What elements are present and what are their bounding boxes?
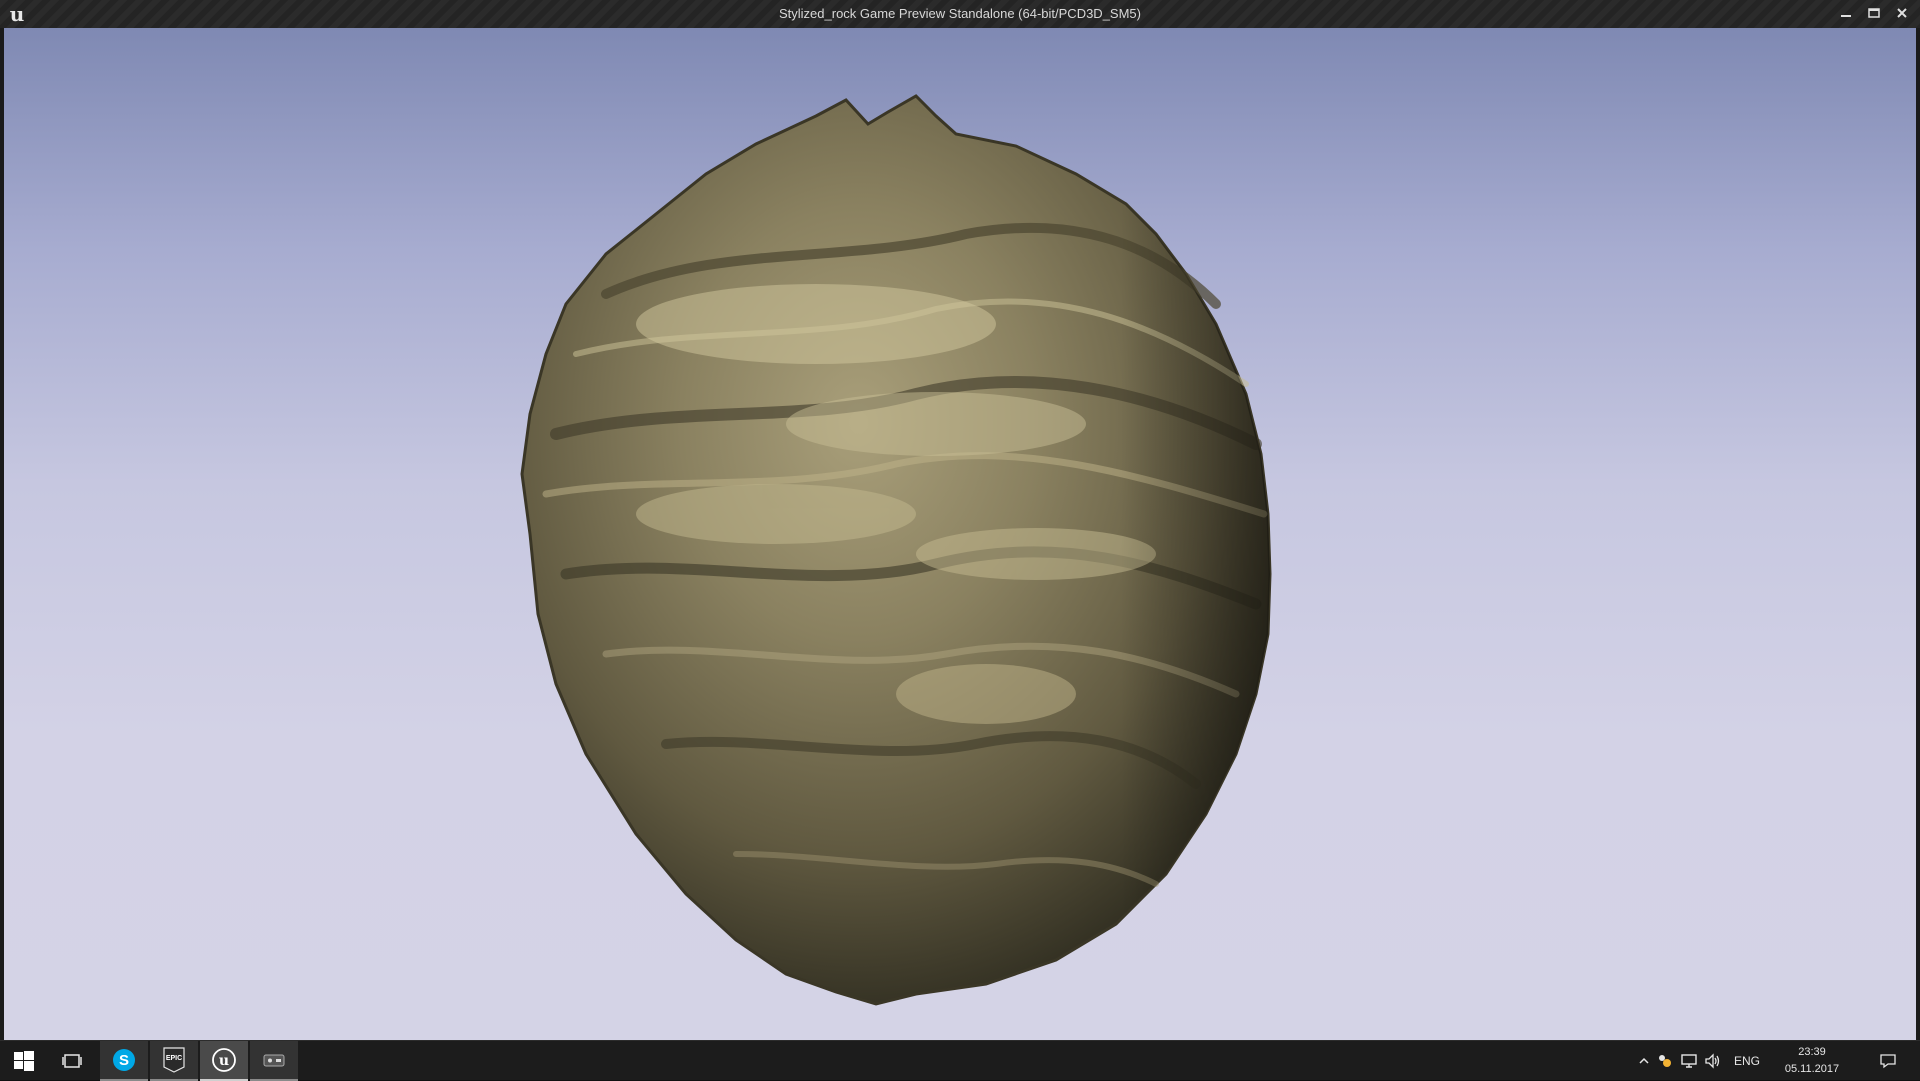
tray-app-button[interactable] — [1654, 1041, 1676, 1081]
svg-text:u: u — [219, 1053, 229, 1069]
unreal-engine-icon: u — [212, 1048, 236, 1072]
taskbar-clock[interactable]: 23:39 05.11.2017 — [1780, 1044, 1844, 1078]
notification-icon — [1880, 1054, 1896, 1069]
close-icon — [1897, 8, 1907, 18]
task-view-icon — [62, 1054, 82, 1068]
windows-logo-icon — [14, 1051, 34, 1071]
close-button[interactable] — [1888, 2, 1916, 24]
window-title: Stylized_rock Game Preview Standalone (6… — [779, 6, 1141, 21]
epic-games-icon: EPIC — [163, 1047, 185, 1073]
svg-text:S: S — [119, 1052, 129, 1069]
task-view-button[interactable] — [48, 1041, 96, 1081]
action-center-button[interactable] — [1874, 1041, 1902, 1081]
tray-overflow-button[interactable] — [1636, 1041, 1652, 1081]
maximize-icon — [1868, 8, 1880, 18]
taskbar-app-epic-games[interactable]: EPIC — [150, 1041, 198, 1081]
network-button[interactable] — [1678, 1041, 1700, 1081]
skype-icon: S — [113, 1049, 135, 1071]
windows-taskbar: S EPIC u ENG 23:39 05.11.2017 — [0, 1040, 1920, 1081]
minimize-icon — [1841, 15, 1851, 17]
svg-text:EPIC: EPIC — [166, 1055, 182, 1062]
clock-date: 05.11.2017 — [1784, 1063, 1840, 1075]
volume-button[interactable] — [1702, 1041, 1724, 1081]
taskbar-app-game-preview[interactable] — [250, 1041, 298, 1081]
start-button[interactable] — [0, 1041, 48, 1081]
tray-app-icon — [1659, 1055, 1671, 1067]
rock-sphere — [520, 94, 1272, 1006]
system-tray: ENG 23:39 05.11.2017 — [1620, 1041, 1920, 1081]
maximize-button[interactable] — [1860, 2, 1888, 24]
title-bar[interactable]: u Stylized_rock Game Preview Standalone … — [0, 0, 1920, 28]
clock-time: 23:39 — [1798, 1046, 1826, 1058]
chevron-up-icon — [1639, 1057, 1649, 1064]
network-icon — [1681, 1054, 1697, 1068]
taskbar-app-unreal-engine[interactable]: u — [200, 1041, 248, 1081]
game-viewport[interactable] — [4, 28, 1916, 1040]
window-controls — [1832, 2, 1916, 24]
language-indicator[interactable]: ENG — [1728, 1041, 1766, 1081]
game-preview-icon — [263, 1054, 285, 1067]
taskbar-app-skype[interactable]: S — [100, 1041, 148, 1081]
game-preview-window: u Stylized_rock Game Preview Standalone … — [0, 0, 1920, 1040]
minimize-button[interactable] — [1832, 2, 1860, 24]
volume-icon — [1705, 1053, 1720, 1069]
